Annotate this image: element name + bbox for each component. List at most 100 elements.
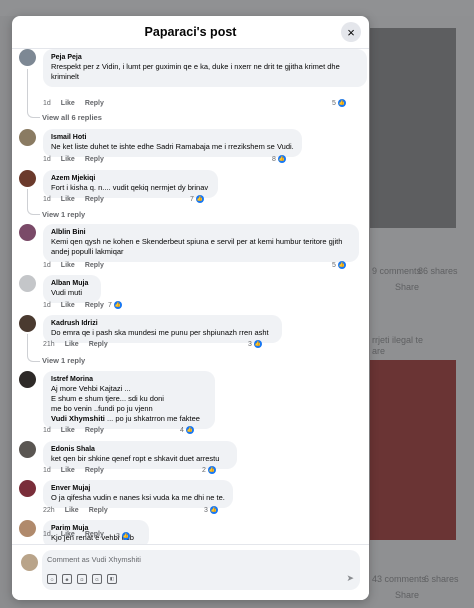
like-button[interactable]: Like <box>61 262 75 269</box>
comment-text: Ne ket liste duhet te ishte edhe Sadri R… <box>51 142 294 151</box>
avatar[interactable] <box>19 49 36 66</box>
view-replies-link[interactable]: View 1 reply <box>42 356 85 365</box>
dialog-title: Paparaci's post <box>144 25 237 39</box>
sticker-icon[interactable]: ◧ <box>107 574 117 584</box>
comment-time[interactable]: 1d <box>43 302 51 309</box>
comment-author[interactable]: Edonis Shala <box>51 445 229 454</box>
reply-button[interactable]: Reply <box>85 302 104 309</box>
emoji-icon[interactable]: ☻ <box>62 574 72 584</box>
reaction-count[interactable]: 7 👍 <box>190 195 204 203</box>
like-button[interactable]: Like <box>65 341 79 348</box>
like-button[interactable]: Like <box>61 531 75 538</box>
reply-button[interactable]: Reply <box>89 507 108 514</box>
avatar[interactable] <box>19 441 36 458</box>
comment-actions: 21h Like Reply <box>43 341 108 348</box>
like-button[interactable]: Like <box>61 467 75 474</box>
reaction-number: 7 <box>108 301 112 309</box>
reaction-count[interactable]: 3 👍 <box>116 532 130 540</box>
comment-time[interactable]: 1d <box>43 196 51 203</box>
reaction-count[interactable]: 3 👍 <box>204 506 218 514</box>
like-reaction-icon: 👍 <box>277 155 286 163</box>
reaction-count[interactable]: 2 👍 <box>202 466 216 474</box>
bg-comments-count: 9 comments <box>372 266 422 276</box>
comment-actions: 1d Like Reply <box>43 156 104 163</box>
comment-composer: Comment as Vudi Xhymshiti ☺ ☻ ◘ G ◧ ➤ <box>12 544 369 600</box>
comment-list[interactable]: Peja Peja Rrespekt per z Vidin, i lumt p… <box>12 49 369 544</box>
reaction-number: 3 <box>116 532 120 540</box>
reaction-count[interactable]: 3 👍 <box>248 340 262 348</box>
comment-author[interactable]: Istref Morina <box>51 375 207 384</box>
close-button[interactable]: × <box>341 22 361 42</box>
comment-time[interactable]: 1d <box>43 156 51 163</box>
bg-shares-count: 86 shares <box>418 266 458 276</box>
like-button[interactable]: Like <box>61 196 75 203</box>
comment-author[interactable]: Kadrush Idrizi <box>51 319 274 328</box>
reply-button[interactable]: Reply <box>85 100 104 107</box>
like-button[interactable]: Like <box>61 427 75 434</box>
send-icon[interactable]: ➤ <box>346 573 354 584</box>
comment-author[interactable]: Alblin Bini <box>51 228 351 237</box>
reaction-count[interactable]: 5 👍 <box>332 261 346 269</box>
avatar[interactable] <box>19 480 36 497</box>
comment-author[interactable]: Azem Mjekiqi <box>51 174 210 183</box>
comment-placeholder: Comment as Vudi Xhymshiti <box>47 555 141 564</box>
like-reaction-icon: 👍 <box>195 195 204 203</box>
comment-bubble: Kadrush Idrizi Do emra qe i pash ska mun… <box>43 315 282 343</box>
reaction-count[interactable]: 7 👍 <box>108 301 122 309</box>
comment-author[interactable]: Ismail Hoti <box>51 133 294 142</box>
avatar[interactable] <box>19 520 36 537</box>
bg-share-button: Share <box>395 282 420 292</box>
comment-time[interactable]: 1d <box>43 531 51 538</box>
reaction-number: 4 <box>180 426 184 434</box>
comment-time[interactable]: 1d <box>43 262 51 269</box>
like-button[interactable]: Like <box>65 507 79 514</box>
avatar[interactable] <box>19 224 36 241</box>
post-dialog: Paparaci's post × Peja Peja Rrespekt per… <box>12 16 369 600</box>
view-replies-link[interactable]: View all 6 replies <box>42 113 102 122</box>
comment-text: Do emra qe i pash ska mundesi me punu pe… <box>51 328 269 337</box>
comment-input[interactable]: Comment as Vudi Xhymshiti ☺ ☻ ◘ G ◧ ➤ <box>42 550 360 590</box>
avatar[interactable] <box>19 275 36 292</box>
comment-bubble: Ismail Hoti Ne ket liste duhet te ishte … <box>43 129 302 157</box>
reaction-number: 2 <box>202 466 206 474</box>
comment-bubble: Alblin Bini Kemi qen qysh ne kohen e Ske… <box>43 224 359 262</box>
reaction-count[interactable]: 4 👍 <box>180 426 194 434</box>
comment-time[interactable]: 21h <box>43 341 55 348</box>
comment-text: Vudi Xhymshiti ... po ju shkatrron me fa… <box>51 414 207 424</box>
comment-bubble: Peja Peja Rrespekt per z Vidin, i lumt p… <box>43 49 367 87</box>
reaction-number: 8 <box>272 155 276 163</box>
comment-author[interactable]: Peja Peja <box>51 53 359 62</box>
view-replies-link[interactable]: View 1 reply <box>42 210 85 219</box>
comment-text: Aj more Vehbi Kajtazi ... <box>51 384 131 393</box>
current-user-avatar[interactable] <box>21 554 38 571</box>
mention-link[interactable]: Vudi Xhymshiti <box>51 414 105 423</box>
reply-button[interactable]: Reply <box>85 262 104 269</box>
camera-icon[interactable]: ◘ <box>77 574 87 584</box>
thread-line <box>27 189 40 215</box>
comment-time[interactable]: 1d <box>43 467 51 474</box>
gif-icon[interactable]: G <box>92 574 102 584</box>
like-button[interactable]: Like <box>61 100 75 107</box>
like-button[interactable]: Like <box>61 156 75 163</box>
bg-post-snippet: are <box>372 346 386 356</box>
reply-button[interactable]: Reply <box>89 341 108 348</box>
avatar-sticker-icon[interactable]: ☺ <box>47 574 57 584</box>
like-button[interactable]: Like <box>61 302 75 309</box>
reply-button[interactable]: Reply <box>85 531 104 538</box>
comment-author[interactable]: Alban Muja <box>51 279 93 288</box>
comment-time[interactable]: 22h <box>43 507 55 514</box>
reply-button[interactable]: Reply <box>85 467 104 474</box>
avatar[interactable] <box>19 371 36 388</box>
comment-time[interactable]: 1d <box>43 100 51 107</box>
reply-button[interactable]: Reply <box>85 196 104 203</box>
reply-button[interactable]: Reply <box>85 427 104 434</box>
reaction-count[interactable]: 8 👍 <box>272 155 286 163</box>
comment-time[interactable]: 1d <box>43 427 51 434</box>
composer-tools: ☺ ☻ ◘ G ◧ <box>47 574 117 584</box>
avatar[interactable] <box>19 129 36 146</box>
avatar[interactable] <box>19 170 36 187</box>
reaction-count[interactable]: 5 👍 <box>332 99 346 107</box>
avatar[interactable] <box>19 315 36 332</box>
comment-author[interactable]: Enver Mujaj <box>51 484 225 493</box>
reply-button[interactable]: Reply <box>85 156 104 163</box>
